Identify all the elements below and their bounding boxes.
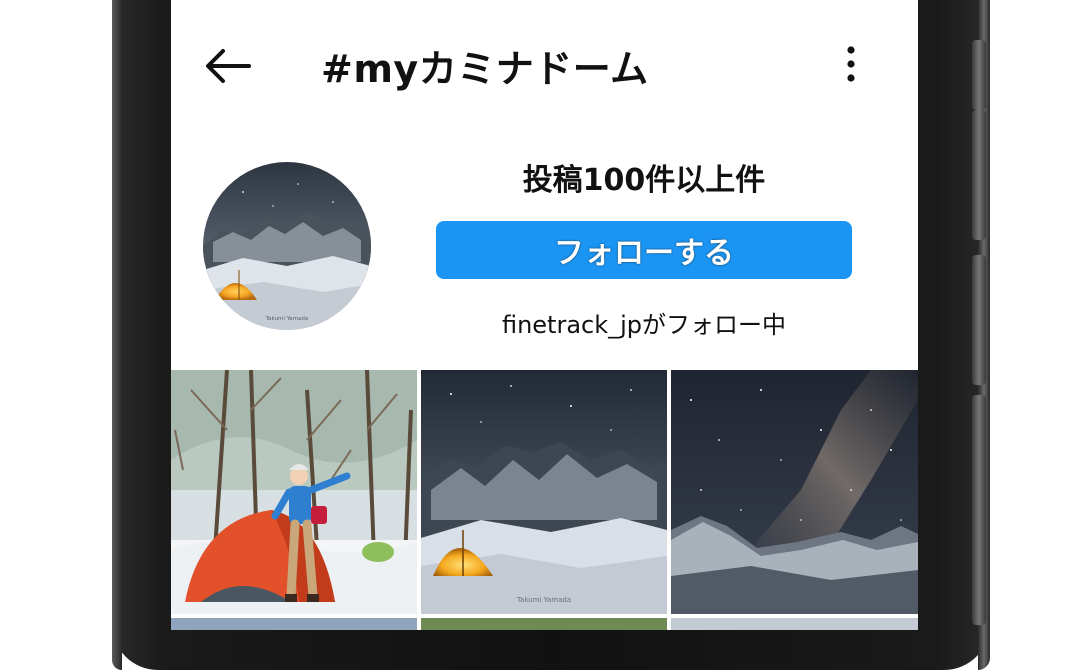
phone-edge-left bbox=[112, 0, 122, 670]
page-title: #myカミナドーム bbox=[321, 47, 649, 91]
phone-side-button-top bbox=[972, 40, 986, 110]
post-tile-row2-1[interactable] bbox=[171, 618, 417, 630]
follow-button[interactable]: フォローする bbox=[436, 221, 852, 279]
more-vertical-icon[interactable] bbox=[839, 42, 869, 86]
phone-side-button-middle bbox=[972, 255, 986, 385]
post-tile-row2-3[interactable] bbox=[671, 618, 918, 630]
back-arrow-icon[interactable] bbox=[203, 46, 253, 86]
phone-side-button-upper bbox=[972, 110, 986, 240]
hashtag-avatar: Takumi Yamada bbox=[203, 162, 371, 330]
post-count: 投稿100件以上件 bbox=[522, 163, 766, 198]
post-tile-hiker-tent[interactable] bbox=[171, 370, 417, 614]
avatar-watermark: Takumi Yamada bbox=[265, 316, 309, 322]
post-grid: Takumi Yamada bbox=[171, 370, 918, 630]
post-tile-night-tent[interactable]: Takumi Yamada bbox=[421, 370, 667, 614]
post-tile-row2-2[interactable] bbox=[421, 618, 667, 630]
followed-by-text[interactable]: finetrack_jpがフォロー中 bbox=[436, 305, 852, 340]
post-tile-milky-way[interactable] bbox=[671, 370, 918, 614]
tile-watermark: Takumi Yamada bbox=[516, 596, 571, 604]
app-screen: #myカミナドーム Takumi Yamada 投稿100件以上件 フォローする… bbox=[171, 0, 918, 630]
phone-side-button-lower bbox=[972, 395, 986, 625]
